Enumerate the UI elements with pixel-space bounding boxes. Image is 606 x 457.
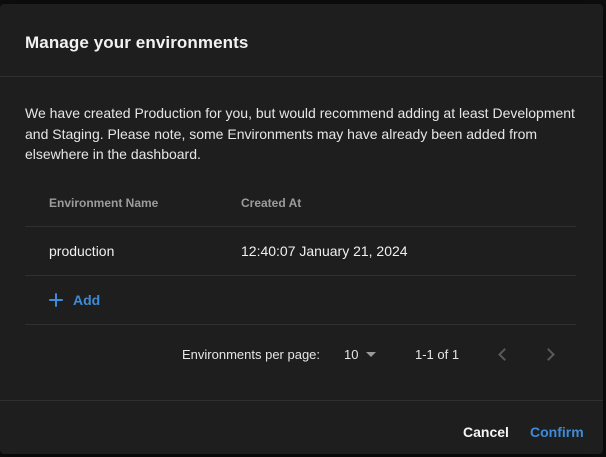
rows-per-page-value: 10: [344, 346, 359, 362]
environments-table: Environment Name Created At production 1…: [25, 180, 576, 325]
add-environment-label: Add: [73, 292, 101, 308]
table-row[interactable]: production 12:40:07 January 21, 2024: [25, 227, 576, 276]
next-page-button[interactable]: [540, 344, 560, 364]
chevron-right-icon: [542, 347, 555, 361]
dialog-actions: Cancel Confirm: [0, 410, 603, 454]
rows-per-page-label: Environments per page:: [182, 346, 321, 362]
table-pagination: Environments per page: 10 1-1 of 1: [0, 329, 603, 379]
rows-per-page-select[interactable]: 10: [344, 329, 377, 379]
environment-name-cell: production: [49, 243, 115, 259]
add-environment-button[interactable]: Add: [49, 276, 100, 324]
column-header-created-at: Created At: [241, 196, 302, 210]
previous-page-button[interactable]: [493, 344, 513, 364]
footer-divider: [0, 400, 603, 401]
manage-environments-dialog: Manage your environments We have created…: [0, 4, 603, 454]
header-divider: [0, 76, 603, 77]
add-row: Add: [25, 276, 576, 325]
dialog-description: We have created Production for you, but …: [25, 105, 575, 162]
plus-icon: [49, 293, 63, 307]
created-at-cell: 12:40:07 January 21, 2024: [241, 243, 408, 259]
chevron-left-icon: [498, 347, 511, 361]
chevron-down-icon: [366, 352, 377, 357]
confirm-button[interactable]: Confirm: [530, 410, 584, 454]
column-header-environment-name: Environment Name: [49, 196, 159, 210]
cancel-button[interactable]: Cancel: [463, 410, 509, 454]
pagination-range: 1-1 of 1: [415, 346, 460, 362]
dialog-title: Manage your environments: [25, 33, 249, 52]
table-header-row: Environment Name Created At: [25, 180, 576, 227]
